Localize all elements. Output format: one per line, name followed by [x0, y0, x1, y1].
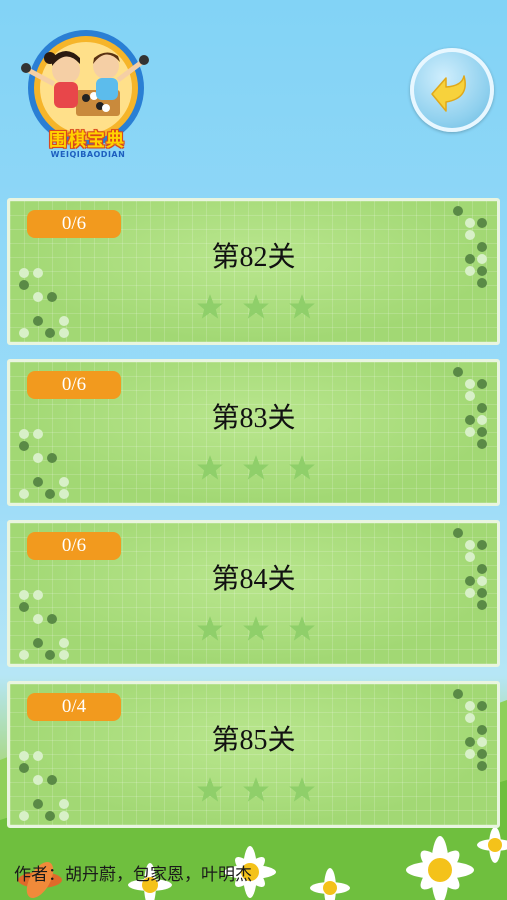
go-stones-decoration — [19, 590, 69, 660]
go-stones-decoration — [453, 206, 487, 288]
go-stones-decoration — [19, 751, 69, 821]
level-card-82[interactable]: 0/6 第82关 — [7, 198, 500, 345]
go-stones-decoration — [453, 367, 487, 449]
star-icon — [243, 777, 269, 802]
progress-badge: 0/6 — [27, 210, 121, 238]
back-arrow-icon — [431, 75, 466, 112]
logo-title: 围棋宝典 — [49, 130, 125, 151]
level-card-83[interactable]: 0/6 第83关 — [7, 359, 500, 506]
star-icon — [243, 616, 269, 641]
star-rating — [196, 293, 320, 323]
app-logo: 围棋宝典 WEIQIBAODIAN — [14, 18, 160, 164]
progress-badge: 0/4 — [27, 693, 121, 721]
level-title: 第82关 — [211, 242, 296, 273]
author-credit: 作者：胡丹蔚，包家恩，叶明杰 — [14, 865, 252, 885]
star-icon — [197, 455, 223, 480]
star-icon — [197, 616, 223, 641]
star-icon — [289, 616, 315, 641]
level-card-85[interactable]: 0/4 第85关 — [7, 681, 500, 828]
star-icon — [289, 455, 315, 480]
level-title: 第85关 — [211, 725, 296, 756]
back-button[interactable] — [410, 48, 494, 132]
progress-badge: 0/6 — [27, 532, 121, 560]
level-title: 第84关 — [211, 564, 296, 595]
go-stones-decoration — [453, 689, 487, 771]
go-stones-decoration — [19, 429, 69, 499]
progress-badge: 0/6 — [27, 371, 121, 399]
logo-subtitle: WEIQIBAODIAN — [50, 150, 126, 159]
go-stones-decoration — [19, 268, 69, 338]
star-icon — [197, 777, 223, 802]
level-title: 第83关 — [211, 403, 296, 434]
go-stones-decoration — [453, 528, 487, 610]
star-icon — [243, 455, 269, 480]
star-rating — [196, 454, 320, 484]
level-card-84[interactable]: 0/6 第84关 — [7, 520, 500, 667]
star-icon — [243, 294, 269, 319]
star-icon — [289, 294, 315, 319]
star-icon — [289, 777, 315, 802]
star-icon — [197, 294, 223, 319]
star-rating — [196, 776, 320, 806]
star-rating — [196, 615, 320, 645]
